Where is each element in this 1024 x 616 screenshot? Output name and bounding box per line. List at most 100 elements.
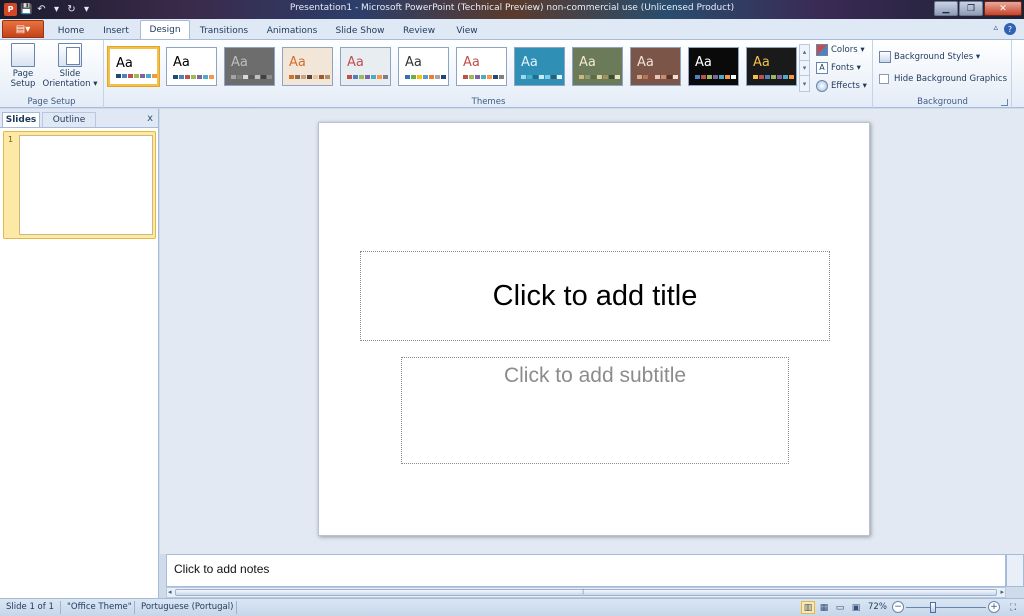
theme-swatch — [463, 75, 468, 79]
notes-scrollbar[interactable] — [1006, 554, 1024, 587]
theme-thumbnail[interactable]: Aa — [630, 47, 681, 86]
zoom-out-icon[interactable]: − — [892, 601, 904, 613]
tab-view[interactable]: View — [446, 22, 488, 39]
theme-swatch — [707, 75, 712, 79]
theme-swatch — [597, 75, 602, 79]
file-button[interactable]: ▤▾ — [2, 20, 44, 38]
minimize-ribbon-icon[interactable]: ▵ — [993, 23, 998, 33]
zoom-slider-thumb[interactable] — [930, 602, 936, 613]
theme-swatch — [545, 75, 550, 79]
theme-swatch — [383, 75, 388, 79]
tab-home[interactable]: Home — [50, 22, 92, 39]
fonts-button[interactable]: A Fonts ▾ — [816, 60, 861, 75]
theme-swatch — [695, 75, 700, 79]
effects-button[interactable]: Effects ▾ — [816, 78, 867, 93]
theme-thumbnail[interactable]: Aa — [456, 47, 507, 86]
colors-button[interactable]: Colors ▾ — [816, 42, 865, 57]
slide-canvas[interactable]: Click to add title Click to add subtitle — [318, 122, 870, 536]
theme-thumbnail[interactable]: Aa — [688, 47, 739, 86]
theme-thumbnail[interactable]: Aa — [572, 47, 623, 86]
theme-thumbnail-label: Aa — [521, 55, 538, 70]
colors-label: Colors ▾ — [831, 44, 865, 55]
theme-swatch — [301, 75, 306, 79]
horizontal-scrollbar[interactable]: ◂ ⁞ ▸ — [166, 587, 1006, 598]
tab-animations[interactable]: Animations — [259, 22, 325, 39]
tab-review[interactable]: Review — [397, 22, 441, 39]
zoom-slider-track[interactable] — [906, 607, 986, 608]
subtitle-placeholder[interactable]: Click to add subtitle — [401, 357, 789, 464]
theme-thumbnail-label: Aa — [116, 56, 133, 71]
tab-outline[interactable]: Outline — [42, 112, 96, 127]
theme-swatch — [637, 75, 642, 79]
slide-count-status[interactable]: Slide 1 of 1 — [6, 602, 54, 612]
tab-transitions[interactable]: Transitions — [192, 22, 256, 39]
theme-swatch — [325, 75, 330, 79]
ribbon-tabs: ▤▾ Home Insert Design Transitions Animat… — [0, 19, 1024, 39]
gallery-scroll-up-icon[interactable]: ▴ — [800, 45, 809, 61]
page-setup-button[interactable]: Page Setup — [6, 43, 40, 89]
zoom-in-icon[interactable]: + — [988, 601, 1000, 613]
theme-swatch — [146, 74, 151, 78]
theme-swatch — [140, 74, 145, 78]
theme-swatch — [667, 75, 672, 79]
theme-swatch — [411, 75, 416, 79]
theme-swatch — [307, 75, 312, 79]
tab-slides[interactable]: Slides — [2, 112, 40, 127]
theme-thumbnail[interactable]: Aa — [166, 47, 217, 86]
help-icon[interactable]: ? — [1004, 23, 1016, 35]
slide-orientation-label: Slide Orientation ▾ — [42, 69, 98, 89]
theme-swatch — [487, 75, 492, 79]
fonts-icon: A — [816, 61, 828, 74]
effects-icon — [816, 79, 828, 92]
theme-thumbnail[interactable]: Aa — [282, 47, 333, 86]
hide-background-graphics-checkbox[interactable]: Hide Background Graphics — [879, 71, 1007, 86]
restore-button[interactable]: ❐ — [959, 1, 983, 16]
gallery-more-icon[interactable]: ▾ — [800, 76, 809, 91]
language-status[interactable]: Portuguese (Portugal) — [141, 602, 233, 612]
tab-slide-show[interactable]: Slide Show — [329, 22, 391, 39]
notes-pane[interactable]: Click to add notes — [166, 554, 1006, 587]
slide-thumbnail[interactable] — [19, 135, 153, 235]
title-placeholder[interactable]: Click to add title — [360, 251, 830, 341]
minimize-button[interactable]: ▁ — [934, 1, 958, 16]
close-button[interactable]: ✕ — [984, 1, 1022, 16]
theme-swatch — [185, 75, 190, 79]
tab-design[interactable]: Design — [140, 20, 190, 39]
slide-show-view-icon[interactable]: ▣ — [849, 601, 863, 614]
theme-thumbnail[interactable]: Aa — [224, 47, 275, 86]
gallery-scroll-down-icon[interactable]: ▾ — [800, 61, 809, 77]
theme-thumbnail[interactable]: Aa — [746, 47, 797, 86]
slide-thumbnail-item[interactable]: 1 — [3, 131, 156, 239]
theme-swatch — [134, 74, 139, 78]
theme-swatch — [319, 75, 324, 79]
horizontal-scroll-thumb[interactable]: ⁞ — [175, 588, 997, 596]
theme-thumbnail[interactable]: Aa — [340, 47, 391, 86]
theme-swatch — [725, 75, 730, 79]
reading-view-icon[interactable]: ▭ — [833, 601, 847, 614]
scroll-right-icon[interactable]: ▸ — [1000, 588, 1004, 596]
theme-swatch — [579, 75, 584, 79]
scroll-left-icon[interactable]: ◂ — [168, 588, 172, 596]
theme-thumbnail[interactable]: Aa — [514, 47, 565, 86]
theme-color-swatches — [579, 75, 620, 79]
slide-orientation-button[interactable]: Slide Orientation ▾ — [40, 43, 100, 89]
slide-sorter-view-icon[interactable]: ▦ — [817, 601, 831, 614]
theme-swatch — [533, 75, 538, 79]
tab-insert[interactable]: Insert — [94, 22, 138, 39]
theme-swatch — [493, 75, 498, 79]
zoom-level[interactable]: 72% — [868, 602, 887, 612]
theme-color-swatches — [637, 75, 678, 79]
hide-background-checkbox-box[interactable] — [879, 73, 889, 84]
themes-group-label: Themes — [471, 97, 506, 107]
fit-slide-to-window-icon[interactable]: ⛶ — [1006, 601, 1020, 614]
theme-thumbnail[interactable]: Aa — [398, 47, 449, 86]
normal-view-icon[interactable]: ▥ — [801, 601, 815, 614]
slides-pane-close-icon[interactable]: x — [147, 113, 153, 124]
theme-thumbnail-label: Aa — [463, 55, 480, 70]
theme-status[interactable]: "Office Theme" — [67, 602, 132, 612]
theme-swatch — [365, 75, 370, 79]
theme-swatch — [267, 75, 272, 79]
theme-thumbnail[interactable]: Aa — [108, 47, 159, 86]
theme-swatch — [649, 75, 654, 79]
background-styles-button[interactable]: Background Styles ▾ — [879, 49, 980, 64]
